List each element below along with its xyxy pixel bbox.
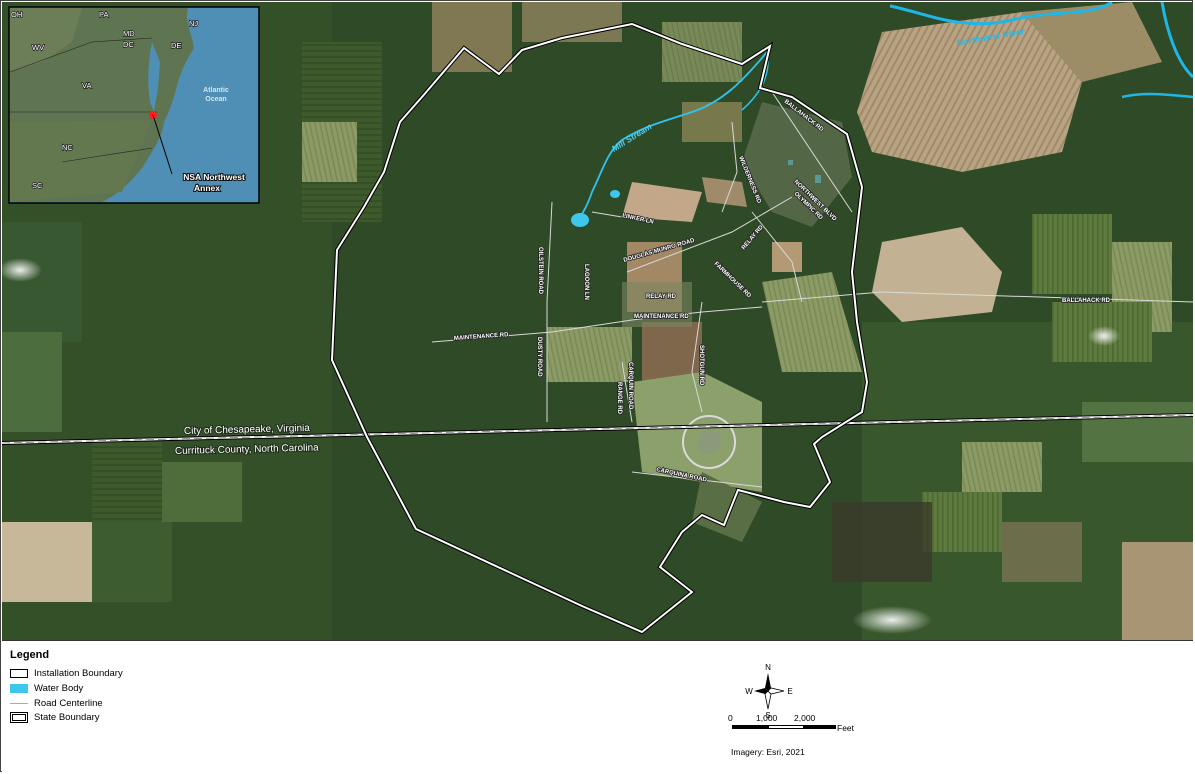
ocean-label: Atlantic <box>203 87 229 94</box>
inset-label: NJ <box>189 19 198 28</box>
roundabout-center <box>697 430 721 454</box>
inset-label: SC <box>32 181 43 190</box>
cloud <box>852 606 932 634</box>
legend-item-road-centerline: Road Centerline <box>10 697 103 709</box>
legend-item-installation-boundary: Installation Boundary <box>10 667 123 679</box>
scale-tick: 1,000 <box>756 713 778 723</box>
scale-tick: 0 <box>728 713 733 723</box>
road-centerline-swatch <box>10 702 28 704</box>
water-body-swatch <box>10 683 28 693</box>
water-body <box>571 213 589 227</box>
cloud <box>1088 326 1120 346</box>
road-label: OILSTEIN ROAD <box>537 247 543 295</box>
inset-label: NC <box>62 143 73 152</box>
imagery-credit: Imagery: Esri, 2021 <box>731 747 805 757</box>
legend-item-state-boundary: State Boundary <box>10 711 100 723</box>
road-label: LAGOON LN <box>583 264 589 300</box>
installation-boundary-swatch <box>10 668 28 678</box>
inset-label: PA <box>99 10 108 19</box>
inset-label: OH <box>11 10 22 19</box>
inset-label: DC <box>123 40 134 49</box>
state-boundary-swatch <box>10 711 28 723</box>
legend-item-label: Installation Boundary <box>34 667 123 679</box>
road-label: RANGE RD <box>616 382 622 415</box>
inset-callout: Annex <box>194 183 220 193</box>
road-label: BALLAHACK RD <box>1062 298 1111 304</box>
road-label: CARQUIN ROAD <box>627 362 633 410</box>
inset-callout: NSA Northwest <box>183 172 245 182</box>
scale-tick: 2,000 <box>794 713 816 723</box>
scale-unit: Feet <box>837 723 855 733</box>
inset-label: MD <box>123 29 135 38</box>
inset-label: DE <box>171 41 181 50</box>
scale-bar: 0 1,000 2,000 Feet <box>728 713 854 743</box>
compass-e: E <box>787 687 792 696</box>
legend-item-water-body: Water Body <box>10 682 83 694</box>
map-panel[interactable]: Northwest River Mill Stream BALLAHACK RD… <box>2 2 1193 640</box>
ocean-label: Ocean <box>205 96 226 103</box>
road-label: SHOTGUN RD <box>698 345 704 386</box>
legend-item-label: Water Body <box>34 682 84 694</box>
north-arrow-icon: N S E W <box>745 663 792 719</box>
road-label: RELAY RD <box>646 294 677 300</box>
legend-item-label: Road Centerline <box>34 697 103 709</box>
road-label: DUSTY ROAD <box>536 337 542 377</box>
compass-w: W <box>745 687 753 696</box>
water-body <box>610 190 620 198</box>
inset-locator-map: OH PA NJ WV MD DC DE VA NC SC Atlantic O… <box>8 6 260 204</box>
road-label: MAINTENANCE RD <box>634 314 689 320</box>
legend-title: Legend <box>10 649 50 661</box>
inset-label: WV <box>32 43 44 52</box>
legend-panel: Legend Installation Boundary Water Body … <box>2 640 1193 773</box>
compass-n: N <box>765 663 771 672</box>
legend-item-label: State Boundary <box>34 711 100 723</box>
inset-label: VA <box>82 81 91 90</box>
